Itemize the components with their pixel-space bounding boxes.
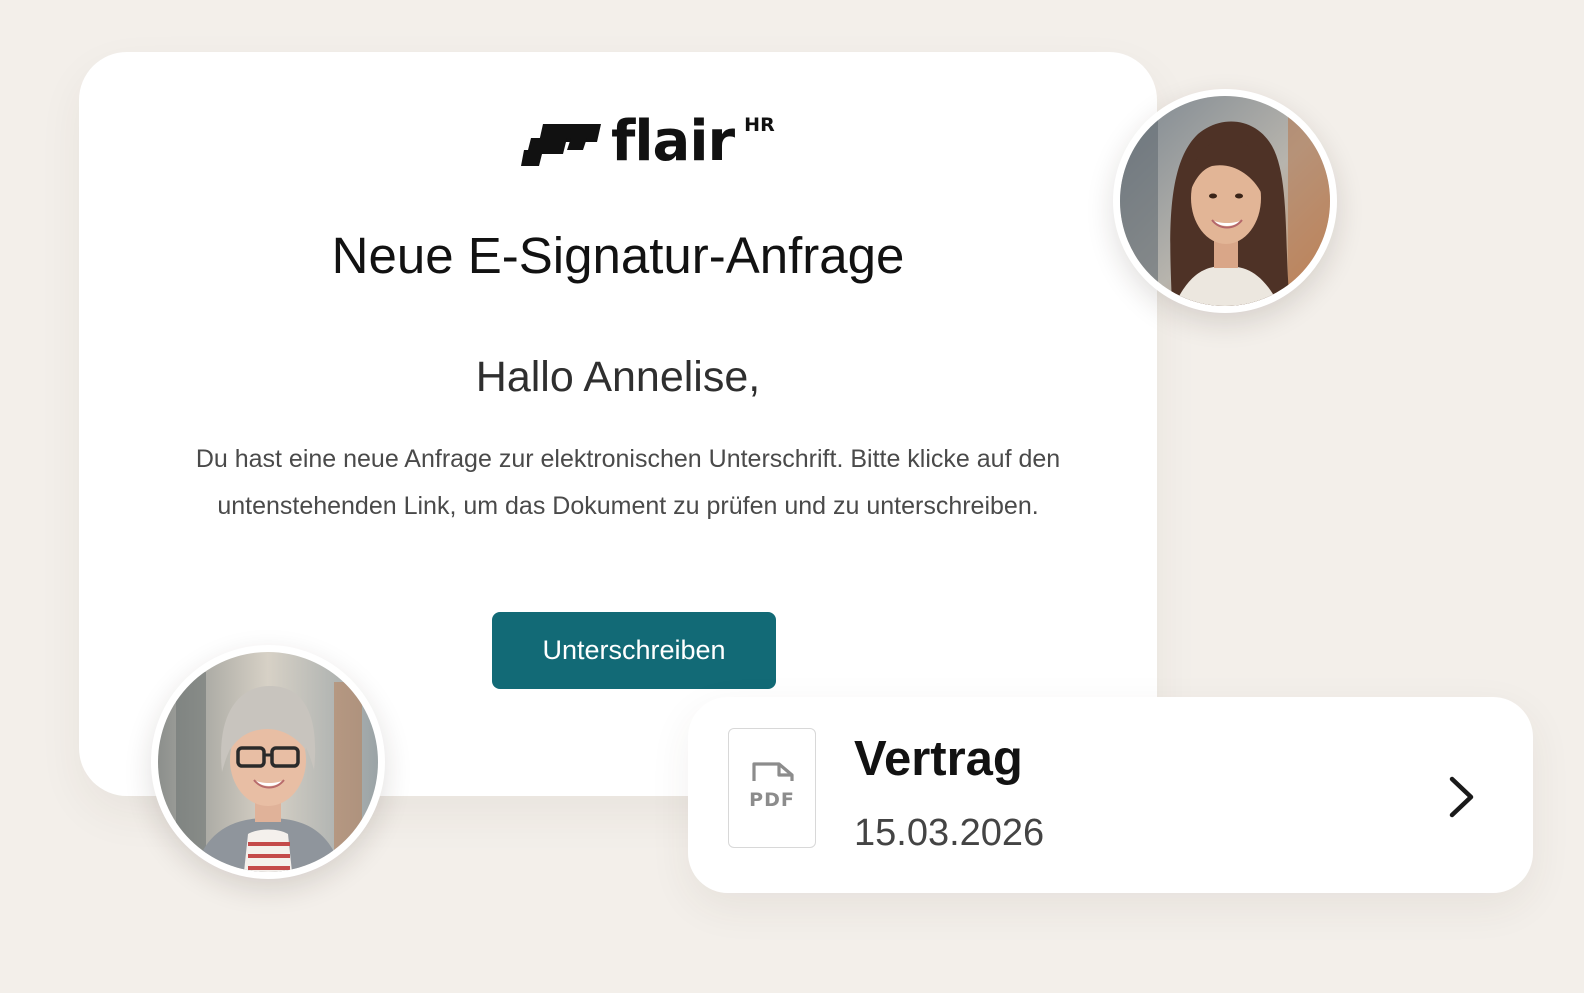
email-greeting: Hallo Annelise, [475,353,761,401]
document-name: Vertrag [854,732,1023,786]
flair-logo-icon [521,124,601,166]
email-title: Neue E-Signatur-Anfrage [331,227,905,284]
avatar [1113,89,1337,313]
avatar [151,645,385,879]
chevron-right-icon[interactable] [1447,775,1477,819]
person-portrait [158,652,378,872]
flair-hr-logo: flair HR [521,112,775,172]
pdf-file-icon: PDF [728,728,816,848]
folded-page-icon [752,762,794,781]
sign-button[interactable]: Unterschreiben [492,612,776,689]
person-portrait [1120,96,1330,306]
document-date: 15.03.2026 [854,812,1045,854]
brand-badge: HR [744,114,775,136]
brand-name: flair [611,109,735,174]
email-body: Du hast eine neue Anfrage zur elektronis… [195,445,1061,520]
file-type-label: PDF [749,789,795,811]
